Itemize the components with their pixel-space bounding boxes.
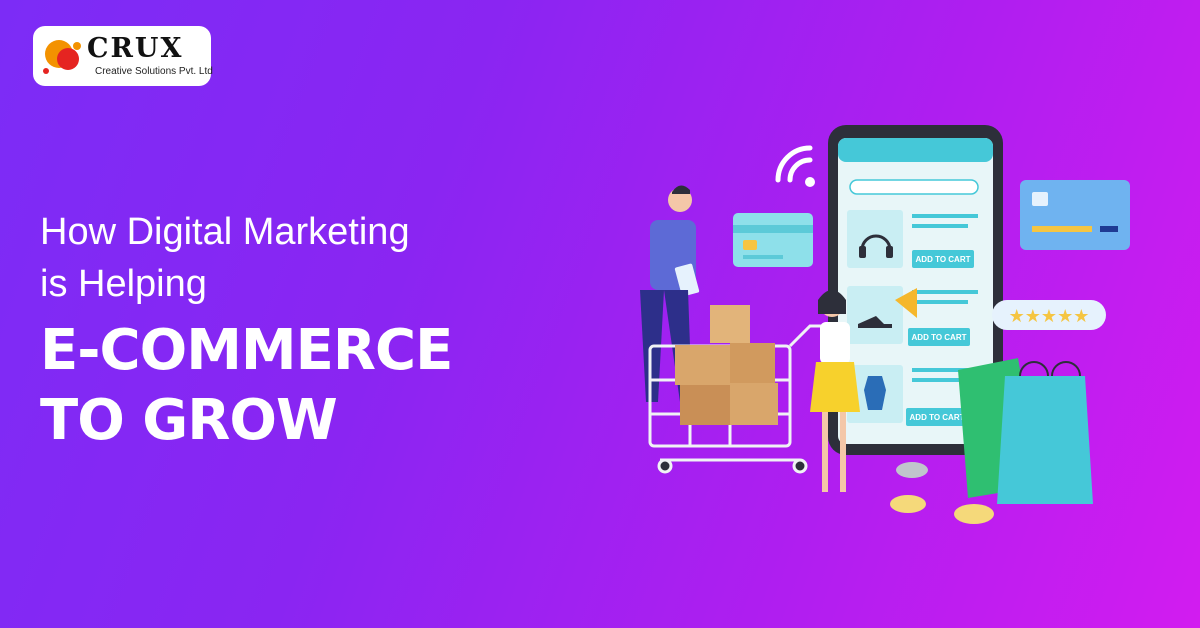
brand-name: CRUX (87, 33, 184, 64)
logo-dot-tiny (43, 68, 49, 74)
shopping-bags-icon (958, 358, 1093, 504)
headline-to-grow: TO GROW (40, 388, 338, 453)
credit-card-left-icon (733, 213, 813, 267)
brand-tagline: Creative Solutions Pvt. Ltd (95, 66, 213, 77)
dress-icon (864, 376, 886, 410)
add-to-cart-label-2: ADD TO CART (912, 333, 967, 342)
coin-gold-icon-2 (954, 504, 994, 524)
brand-logo: CRUX Creative Solutions Pvt. Ltd (33, 26, 213, 86)
add-to-cart-label-1: ADD TO CART (916, 255, 971, 264)
logo-dot-small (73, 42, 81, 50)
rating-stars-icon: ★★★★★ (992, 300, 1106, 330)
credit-card-right-icon (1020, 180, 1130, 250)
svg-text:★★★★★: ★★★★★ (1009, 306, 1090, 327)
coin-silver-icon (896, 462, 928, 478)
coin-gold-icon (890, 495, 926, 513)
logo-dot-red (57, 48, 79, 70)
add-to-cart-label-3: ADD TO CART (910, 413, 965, 422)
headline-ecommerce: E-COMMERCE (40, 318, 453, 383)
wifi-icon (775, 145, 815, 187)
headline-line-1: How Digital Marketing (40, 211, 410, 253)
headline-line-2: is Helping (40, 263, 207, 305)
cardboard-boxes-icon (675, 305, 778, 425)
ecommerce-illustration: ADD TO CART ADD TO CART ADD TO CART ★★★★… (640, 125, 1130, 524)
